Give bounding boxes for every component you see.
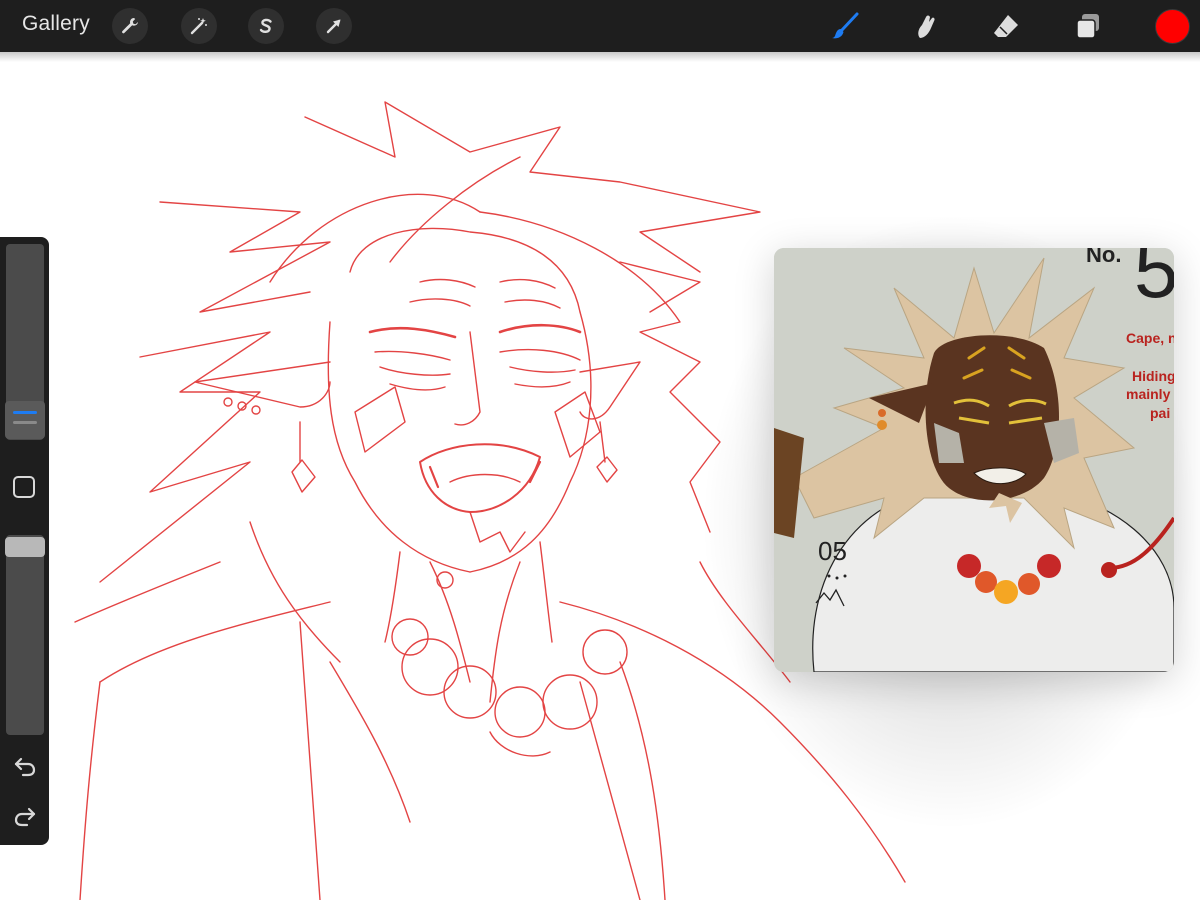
transform-arrow-icon — [326, 19, 341, 34]
reference-no-label: No. — [1086, 248, 1122, 267]
size-indicator-active — [13, 411, 37, 414]
undo-icon[interactable] — [12, 753, 38, 779]
smudge-button[interactable] — [906, 7, 944, 45]
brush-size-thumb[interactable] — [5, 401, 45, 439]
toolbar-shadow — [0, 52, 1200, 62]
modify-button[interactable] — [13, 476, 35, 498]
reference-image-panel[interactable]: No. 5 Cape, n Hiding mainly pai 05 — [774, 248, 1174, 672]
selection-button[interactable] — [248, 8, 284, 44]
reference-note-2: Hiding — [1132, 368, 1174, 384]
brush-icon — [832, 12, 859, 39]
color-picker-button[interactable] — [1155, 9, 1190, 44]
eraser-button[interactable] — [987, 7, 1025, 45]
selection-s-icon — [259, 18, 272, 33]
gallery-button[interactable]: Gallery — [22, 12, 90, 36]
size-indicator-inactive — [13, 421, 37, 424]
reference-note-4: pai — [1150, 405, 1171, 421]
reference-note-1: Cape, n — [1126, 330, 1174, 346]
redo-icon[interactable] — [12, 803, 38, 829]
reference-note-3: mainly — [1126, 386, 1171, 402]
drawing-canvas[interactable]: No. 5 Cape, n Hiding mainly pai 05 — [0, 62, 1200, 900]
transform-button[interactable] — [316, 8, 352, 44]
opacity-thumb[interactable] — [5, 537, 45, 557]
eraser-icon — [994, 15, 1018, 37]
smudge-icon — [918, 15, 935, 38]
actions-button[interactable] — [112, 8, 148, 44]
left-sidebar — [0, 237, 49, 845]
brush-button[interactable] — [826, 7, 864, 45]
opacity-slider[interactable] — [6, 535, 44, 735]
layers-button[interactable] — [1069, 7, 1107, 45]
magic-wand-icon — [190, 18, 207, 35]
top-toolbar: Gallery — [0, 0, 1200, 52]
wrench-icon — [122, 18, 138, 34]
reference-number: 5 — [1134, 248, 1174, 314]
adjustments-button[interactable] — [181, 8, 217, 44]
layers-icon — [1076, 14, 1099, 39]
reference-mark-text: 05 — [818, 536, 847, 566]
reference-artwork — [774, 248, 1174, 672]
